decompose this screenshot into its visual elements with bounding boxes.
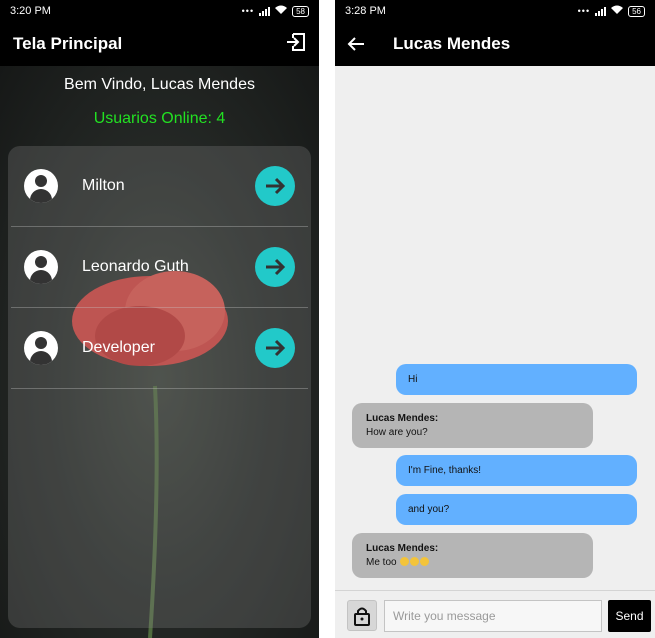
status-bar: 3:28 PM ••• 56: [335, 0, 655, 22]
chat-screen: 3:28 PM ••• 56 Lucas Mendes Hi Lucas Men…: [335, 0, 655, 638]
user-name: Developer: [82, 339, 155, 356]
avatar-icon: [24, 169, 58, 203]
open-chat-button[interactable]: [255, 166, 295, 206]
status-time: 3:28 PM: [345, 5, 386, 17]
signal-icon: [595, 6, 607, 16]
message-bubble-sent: Hi: [396, 364, 637, 395]
list-item[interactable]: Developer: [11, 308, 308, 389]
wifi-icon: [275, 5, 288, 17]
online-users-count: Usuarios Online: 4: [93, 110, 226, 127]
chat-contact-title: Lucas Mendes: [393, 34, 511, 53]
arrow-right-icon: [266, 258, 286, 276]
signal-icon: [259, 6, 271, 16]
status-time: 3:20 PM: [10, 5, 51, 17]
arrow-right-icon: [266, 339, 286, 357]
user-name: Leonardo Guth: [82, 258, 189, 275]
lock-button[interactable]: [347, 600, 377, 631]
lock-icon: [354, 607, 370, 626]
open-chat-button[interactable]: [255, 328, 295, 368]
message-text: How are you?: [366, 427, 428, 438]
battery-icon: 56: [628, 5, 645, 17]
message-sender: Lucas Mendes:: [366, 413, 439, 424]
message-input[interactable]: [384, 600, 602, 632]
app-bar: Lucas Mendes: [335, 22, 655, 66]
message-text: and you?: [408, 504, 450, 515]
list-item[interactable]: Milton: [11, 146, 308, 227]
smile-emoji-icon: [410, 557, 420, 566]
message-composer: Send: [335, 590, 655, 638]
message-bubble-sent: I'm Fine, thanks!: [396, 455, 637, 486]
message-list: Hi Lucas Mendes: How are you? I'm Fine, …: [335, 66, 655, 590]
list-item[interactable]: Leonardo Guth: [11, 227, 308, 308]
page-title: Tela Principal: [13, 34, 123, 53]
logout-icon[interactable]: [286, 32, 306, 57]
wifi-icon: [611, 5, 624, 17]
message-sender: Lucas Mendes:: [366, 543, 439, 554]
message-bubble-received: Lucas Mendes: How are you?: [352, 403, 593, 448]
users-list: Milton Leonardo Guth Developer: [8, 146, 311, 628]
smile-emoji-icon: [420, 557, 430, 566]
message-text: I'm Fine, thanks!: [408, 465, 482, 476]
arrow-right-icon: [266, 177, 286, 195]
message-bubble-sent: and you?: [396, 494, 637, 525]
send-button[interactable]: Send: [608, 600, 651, 632]
more-dots-icon: •••: [577, 6, 591, 16]
avatar-icon: [24, 331, 58, 365]
status-bar: 3:20 PM ••• 58: [0, 0, 319, 22]
app-bar: Tela Principal: [0, 22, 319, 66]
more-dots-icon: •••: [241, 6, 255, 16]
message-text: Hi: [408, 374, 418, 385]
smile-emoji-icon: [400, 557, 410, 566]
welcome-text: Bem Vindo, Lucas Mendes: [64, 76, 255, 93]
open-chat-button[interactable]: [255, 247, 295, 287]
battery-icon: 58: [292, 5, 309, 17]
arrow-left-icon[interactable]: [347, 35, 365, 53]
user-name: Milton: [82, 177, 125, 194]
main-screen: 3:20 PM ••• 58 Tela Principal Bem Vindo,…: [0, 0, 319, 638]
message-bubble-received: Lucas Mendes: Me too: [352, 533, 593, 578]
avatar-icon: [24, 250, 58, 284]
message-text: Me too: [366, 557, 397, 568]
